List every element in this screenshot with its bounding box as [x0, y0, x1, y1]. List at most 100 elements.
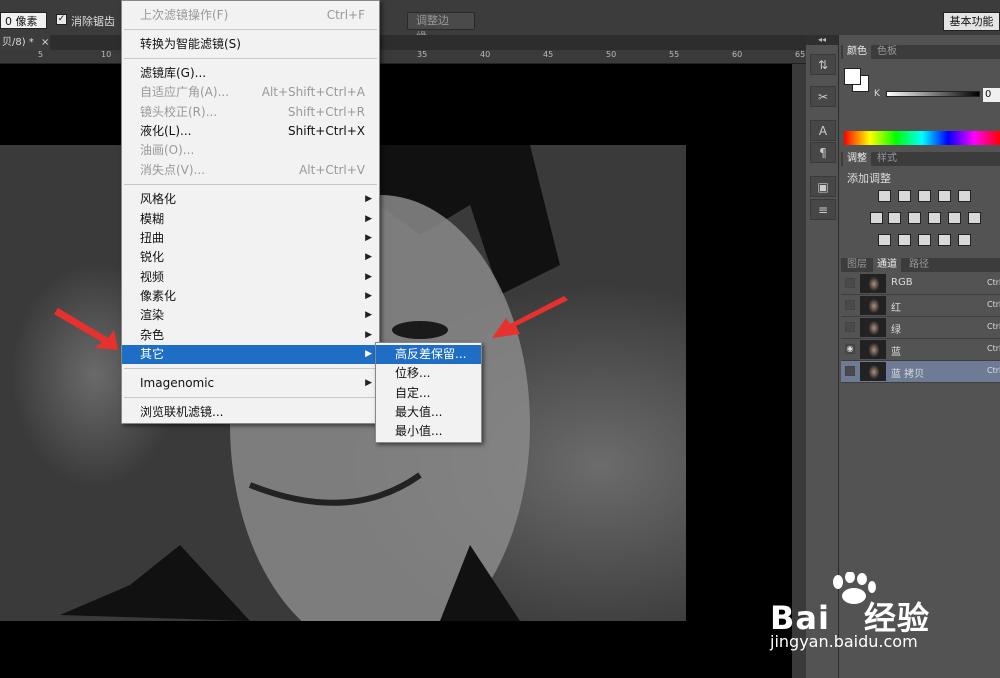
menu-item-blur[interactable]: 模糊 ▶ [122, 210, 379, 229]
collapse-panels-button[interactable]: ◂◂ [806, 35, 838, 45]
channel-shortcut: Ctrl [987, 300, 1000, 309]
submenu-item-high-pass[interactable]: 高反差保留... [376, 345, 481, 364]
channel-row-blue-copy[interactable]: 蓝 拷贝 Ctrl [841, 361, 1000, 383]
menu-item-lens-correction[interactable]: 镜头校正(R)... Shift+Ctrl+R [122, 103, 379, 122]
k-label: K [874, 89, 880, 99]
photo-filter-icon[interactable] [928, 212, 941, 224]
chevron-right-icon: ▶ [365, 349, 372, 359]
invert-icon[interactable] [878, 234, 891, 246]
antialias-label: 消除锯齿 [71, 15, 115, 28]
ruler-tick: 55 [669, 50, 680, 59]
ruler-tick: 35 [417, 50, 428, 59]
threshold-icon[interactable] [918, 234, 931, 246]
k-value-field[interactable]: 0 [983, 88, 1000, 102]
chevron-right-icon: ▶ [365, 310, 372, 320]
document-tab[interactable]: 贝/8) * × [0, 35, 50, 50]
chevron-right-icon: ▶ [365, 252, 372, 262]
eye-icon[interactable]: ◉ [845, 344, 855, 354]
submenu-item-custom[interactable]: 自定... [376, 384, 481, 403]
channel-row-rgb[interactable]: RGB Ctrl [841, 273, 1000, 295]
color-lookup-icon[interactable] [968, 212, 981, 224]
channel-name: 红 [891, 303, 901, 314]
tab-layers[interactable]: 图层 [843, 258, 871, 272]
channel-thumbnail [860, 274, 886, 293]
menu-item-vanishing-point[interactable]: 消失点(V)... Alt+Ctrl+V [122, 161, 379, 180]
vibrance-icon[interactable] [958, 190, 971, 202]
close-icon[interactable]: × [41, 37, 49, 48]
channel-thumbnail [860, 340, 886, 359]
tab-color[interactable]: 颜色 [843, 45, 871, 59]
selective-color-icon[interactable] [958, 234, 971, 246]
gradient-map-icon[interactable] [938, 234, 951, 246]
menu-item-liquify[interactable]: 液化(L)... Shift+Ctrl+X [122, 122, 379, 141]
channel-thumbnail [860, 362, 886, 381]
document-tab-title: 贝/8) * [2, 37, 34, 48]
visibility-toggle[interactable] [845, 322, 855, 332]
tab-swatches[interactable]: 色板 [873, 45, 901, 59]
brightness-icon[interactable] [878, 190, 891, 202]
menu-item-last-filter[interactable]: 上次滤镜操作(F) Ctrl+F [122, 6, 379, 25]
menu-item-browse-online-filters[interactable]: 浏览联机滤镜... [122, 403, 379, 422]
paragraph-icon[interactable]: ¶ [810, 142, 836, 163]
filter-menu: 上次滤镜操作(F) Ctrl+F 转换为智能滤镜(S) 滤镜库(G)... 自适应… [121, 0, 380, 424]
navigator-icon[interactable]: ▣ [810, 176, 836, 197]
tab-styles[interactable]: 样式 [873, 152, 901, 166]
menu-item-convert-smart-filter[interactable]: 转换为智能滤镜(S) [122, 35, 379, 54]
chevron-right-icon: ▶ [365, 378, 372, 388]
submenu-item-minimum[interactable]: 最小值... [376, 422, 481, 441]
menu-item-video[interactable]: 视频 ▶ [122, 268, 379, 287]
channel-shortcut: Ctrl [987, 366, 1000, 375]
channel-shortcut: Ctrl [987, 344, 1000, 353]
menu-item-noise[interactable]: 杂色 ▶ [122, 326, 379, 345]
chevron-right-icon: ▶ [365, 194, 372, 204]
channel-name: RGB [891, 277, 913, 288]
tab-paths[interactable]: 路径 [905, 258, 933, 272]
menu-item-pixelate[interactable]: 像素化 ▶ [122, 287, 379, 306]
channel-mixer-icon[interactable] [948, 212, 961, 224]
menu-item-imagenomic[interactable]: Imagenomic ▶ [122, 374, 379, 393]
visibility-toggle[interactable] [845, 300, 855, 310]
menu-item-render[interactable]: 渲染 ▶ [122, 306, 379, 325]
actions-icon[interactable]: ✂ [810, 86, 836, 107]
history-icon[interactable]: ⇅ [810, 54, 836, 75]
color-balance-icon[interactable] [888, 212, 901, 224]
refine-edge-button[interactable]: 调整边缘... [407, 12, 475, 43]
posterize-icon[interactable] [898, 234, 911, 246]
menu-item-oil-paint[interactable]: 油画(O)... [122, 141, 379, 160]
channel-thumbnail [860, 296, 886, 315]
antialias-checkbox[interactable]: ✓ [56, 14, 67, 25]
menu-item-sharpen[interactable]: 锐化 ▶ [122, 248, 379, 267]
character-icon[interactable]: A [810, 120, 836, 141]
workspace-switcher[interactable]: 基本功能 [943, 12, 1000, 31]
vertical-scrollbar[interactable] [792, 64, 806, 678]
exposure-icon[interactable] [938, 190, 951, 202]
visibility-toggle[interactable] [845, 366, 855, 376]
channel-name: 蓝 拷贝 [891, 369, 925, 380]
ruler-tick: 45 [543, 50, 554, 59]
channel-row-blue[interactable]: ◉ 蓝 Ctrl [841, 339, 1000, 361]
tab-channels[interactable]: 通道 [873, 258, 901, 272]
menu-item-distort[interactable]: 扭曲 ▶ [122, 229, 379, 248]
levels-icon[interactable] [898, 190, 911, 202]
menu-item-filter-gallery[interactable]: 滤镜库(G)... [122, 64, 379, 83]
black-white-icon[interactable] [908, 212, 921, 224]
hue-saturation-icon[interactable] [870, 212, 883, 224]
foreground-color-swatch[interactable] [844, 68, 861, 85]
channel-row-red[interactable]: 红 Ctrl [841, 295, 1000, 317]
channel-row-green[interactable]: 绿 Ctrl [841, 317, 1000, 339]
k-slider[interactable] [886, 91, 980, 97]
menu-item-other[interactable]: 其它 ▶ [122, 345, 379, 364]
curves-icon[interactable] [918, 190, 931, 202]
submenu-item-maximum[interactable]: 最大值... [376, 403, 481, 422]
visibility-toggle[interactable] [845, 278, 855, 288]
menu-item-adaptive-wide-angle[interactable]: 自适应广角(A)... Alt+Shift+Ctrl+A [122, 83, 379, 102]
submenu-item-offset[interactable]: 位移... [376, 364, 481, 383]
tab-adjustments[interactable]: 调整 [843, 152, 871, 166]
channel-thumbnail [860, 318, 886, 337]
ruler-tick: 65 [795, 50, 806, 59]
color-spectrum-bar[interactable] [844, 131, 1000, 145]
radius-field[interactable]: 0 像素 [0, 12, 47, 29]
info-icon[interactable]: ≡ [810, 199, 836, 220]
menu-item-stylize[interactable]: 风格化 ▶ [122, 190, 379, 209]
ruler-tick: 40 [480, 50, 491, 59]
